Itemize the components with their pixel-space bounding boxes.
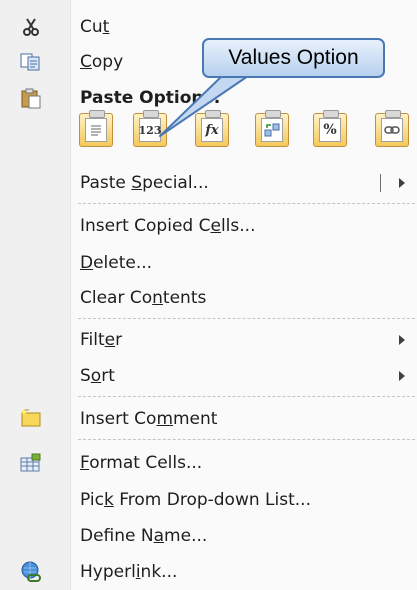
values-option-callout: Values Option [202, 38, 385, 78]
callout-pointer [159, 75, 249, 137]
